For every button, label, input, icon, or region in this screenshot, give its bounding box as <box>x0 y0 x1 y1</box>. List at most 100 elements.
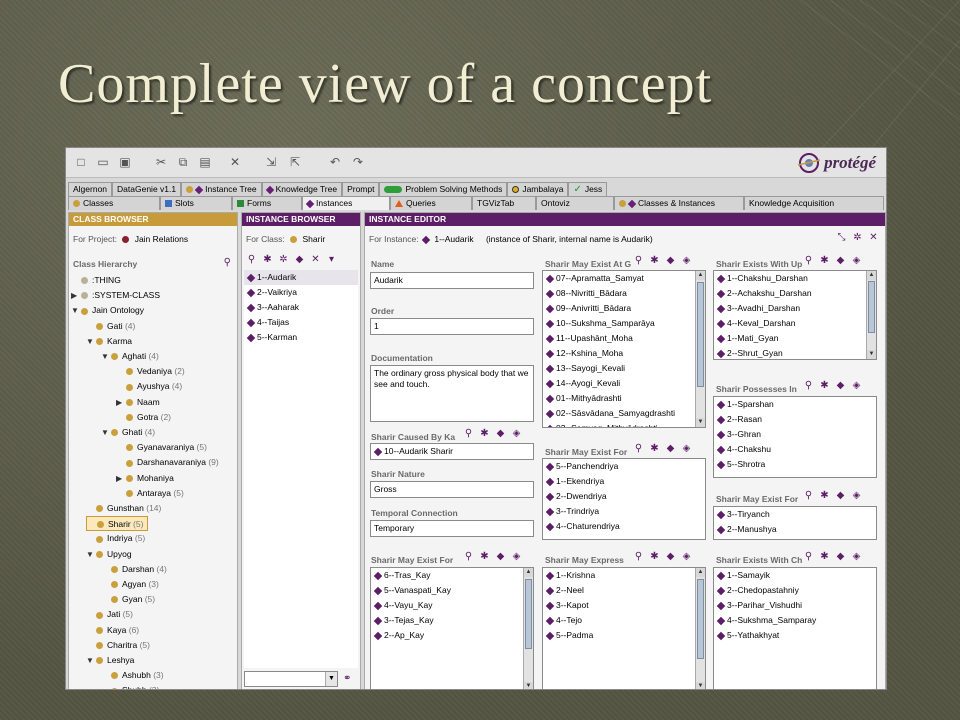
collapsed-toggle-icon[interactable]: ▶ <box>71 288 81 303</box>
tree-node[interactable]: ▶ Mohaniya <box>116 471 174 486</box>
search-icon[interactable]: ⚲ <box>224 257 231 268</box>
list-item[interactable]: 10--Sukshma_Samparāya <box>543 316 705 331</box>
tree-node[interactable]: ▼ Karma <box>86 334 132 349</box>
list-item[interactable]: 1--Samayik <box>714 568 876 583</box>
documentation-field[interactable]: The ordinary gross physical body that we… <box>370 365 534 422</box>
list-item[interactable]: 2--Achakshu_Darshan <box>714 286 876 301</box>
expanded-toggle-icon[interactable]: ▼ <box>101 425 111 440</box>
new-icon[interactable]: ✱ <box>819 491 830 501</box>
vertical-scrollbar[interactable]: ▲ ▼ <box>866 271 876 359</box>
tree-node[interactable]: ▶:SYSTEM-CLASS <box>71 288 160 303</box>
tab-jess[interactable]: ✓ Jess <box>568 182 608 196</box>
add-icon[interactable]: ◆ <box>835 381 846 391</box>
list-item[interactable]: 6--Tras_Kay <box>371 568 533 583</box>
new-icon[interactable]: ✱ <box>479 552 490 562</box>
remove-icon[interactable]: ◈ <box>681 444 692 454</box>
scroll-thumb[interactable] <box>525 579 532 649</box>
paste-icon[interactable]: ▤ <box>198 155 212 169</box>
move-icon[interactable]: ⤡ <box>836 233 847 243</box>
tree-node[interactable]: ▼ Jain Ontology <box>71 303 144 318</box>
menu-dropdown-icon[interactable]: ▾ <box>326 255 337 265</box>
list-item[interactable]: 10--Audarik Sharir <box>371 444 533 459</box>
list-item[interactable]: 4--Tejo <box>543 613 705 628</box>
tab-prompt[interactable]: Prompt <box>342 182 380 196</box>
copy-icon[interactable]: ⧉ <box>176 155 190 169</box>
nature-field[interactable]: Gross <box>370 481 534 498</box>
new-instance-icon[interactable]: ✱ <box>262 255 273 265</box>
instance-filter-combobox[interactable]: ▼ <box>244 671 338 687</box>
expanded-toggle-icon[interactable]: ▼ <box>71 303 81 318</box>
tab-ontoviz[interactable]: Ontoviz <box>536 196 614 210</box>
list-item[interactable]: 1--Ekendriya <box>543 474 705 489</box>
list-item[interactable]: 5--Yathakhyat <box>714 628 876 643</box>
remove-icon[interactable]: ◈ <box>851 381 862 391</box>
tab-forms[interactable]: Forms <box>232 196 302 210</box>
scroll-down-icon[interactable]: ▼ <box>696 418 705 427</box>
list-item[interactable]: 3--Aaharak <box>244 300 358 315</box>
list-item[interactable]: 5--Karman <box>244 330 358 345</box>
list-item[interactable]: 2--Chedopastahniy <box>714 583 876 598</box>
tree-node[interactable]: Jati (5) <box>86 607 133 622</box>
find-icon[interactable]: ⚲ <box>633 552 644 562</box>
new-icon[interactable]: ✱ <box>819 552 830 562</box>
redo-icon[interactable]: ↷ <box>351 155 365 169</box>
list-item[interactable]: 4--Sukshma_Samparay <box>714 613 876 628</box>
expanded-toggle-icon[interactable]: ▼ <box>86 653 96 668</box>
tree-node[interactable]: Gyanavaraniya (5) <box>116 440 207 455</box>
list-item[interactable]: 3--Kapot <box>543 598 705 613</box>
tree-node[interactable]: Gati (4) <box>86 319 135 334</box>
list-item[interactable]: 1--Krishna <box>543 568 705 583</box>
add-icon[interactable]: ◆ <box>495 552 506 562</box>
remove-icon[interactable]: ◈ <box>851 552 862 562</box>
list-item[interactable]: 2--Manushya <box>714 522 876 537</box>
tab-jambalaya[interactable]: Jambalaya <box>507 182 569 196</box>
vertical-scrollbar[interactable]: ▲ ▼ <box>523 568 533 689</box>
scroll-up-icon[interactable]: ▲ <box>696 271 705 280</box>
binoculars-icon[interactable]: ⚭ <box>343 673 351 684</box>
list-item[interactable]: 3--Tiryanch <box>714 507 876 522</box>
list-item[interactable]: 4--Vayu_Kay <box>371 598 533 613</box>
list-item[interactable]: 03--Samyag_Mithyādrashti <box>543 421 705 427</box>
list-item[interactable]: 3--Tejas_Kay <box>371 613 533 628</box>
scroll-down-icon[interactable]: ▼ <box>696 682 705 689</box>
vertical-scrollbar[interactable]: ▲ ▼ <box>695 271 705 427</box>
find-icon[interactable]: ⚲ <box>803 256 814 266</box>
list-item[interactable]: 5--Vanaspati_Kay <box>371 583 533 598</box>
list-item[interactable]: 3--Avadhi_Darshan <box>714 301 876 316</box>
new-icon[interactable]: ✱ <box>479 429 490 439</box>
copy-instance-icon[interactable]: ✲ <box>278 255 289 265</box>
tree-node[interactable]: ▶ Naam <box>116 395 160 410</box>
tree-node[interactable]: Darshan (4) <box>101 562 167 577</box>
list-item[interactable]: 3--Ghran <box>714 427 876 442</box>
list-item[interactable]: 02--Sāsvādana_Samyagdrashti <box>543 406 705 421</box>
export-icon[interactable]: ⇱ <box>288 155 302 169</box>
collapsed-toggle-icon[interactable]: ▶ <box>116 395 126 410</box>
tree-node[interactable]: Gunsthan (14) <box>86 501 161 516</box>
edit-icon[interactable]: ◆ <box>294 255 305 265</box>
list-item[interactable]: 3--Parihar_Vishudhi <box>714 598 876 613</box>
tree-node[interactable]: Vedaniya (2) <box>116 364 185 379</box>
scroll-thumb[interactable] <box>697 282 704 387</box>
expanded-toggle-icon[interactable]: ▼ <box>101 349 111 364</box>
list-item[interactable]: 4--Keval_Darshan <box>714 316 876 331</box>
list-item[interactable]: 2--Ap_Kay <box>371 628 533 643</box>
open-icon[interactable]: ▭ <box>96 155 110 169</box>
import-icon[interactable]: ⇲ <box>264 155 278 169</box>
undo-icon[interactable]: ↶ <box>328 155 342 169</box>
list-item[interactable]: 2--Vaikriya <box>244 285 358 300</box>
tab-tgviztab[interactable]: TGVizTab <box>472 196 536 210</box>
tab-knowledge-acquisition[interactable]: Knowledge Acquisition <box>744 196 884 210</box>
expanded-toggle-icon[interactable]: ▼ <box>86 334 96 349</box>
add-icon[interactable]: ◆ <box>835 552 846 562</box>
list-item[interactable]: 12--Kshina_Moha <box>543 346 705 361</box>
expanded-toggle-icon[interactable]: ▼ <box>86 547 96 562</box>
tab-instances[interactable]: Instances <box>302 196 390 210</box>
find-icon[interactable]: ⚲ <box>803 381 814 391</box>
list-item[interactable]: 11--Upashānt_Moha <box>543 331 705 346</box>
list-item[interactable]: 07--Apramatta_Samyat <box>543 271 705 286</box>
tab-instance-tree[interactable]: Instance Tree <box>181 182 262 196</box>
find-icon[interactable]: ⚲ <box>633 256 644 266</box>
collapsed-toggle-icon[interactable]: ▶ <box>116 471 126 486</box>
order-field[interactable]: 1 <box>370 318 534 335</box>
tree-node[interactable]: ▼ Upyog <box>86 547 132 562</box>
